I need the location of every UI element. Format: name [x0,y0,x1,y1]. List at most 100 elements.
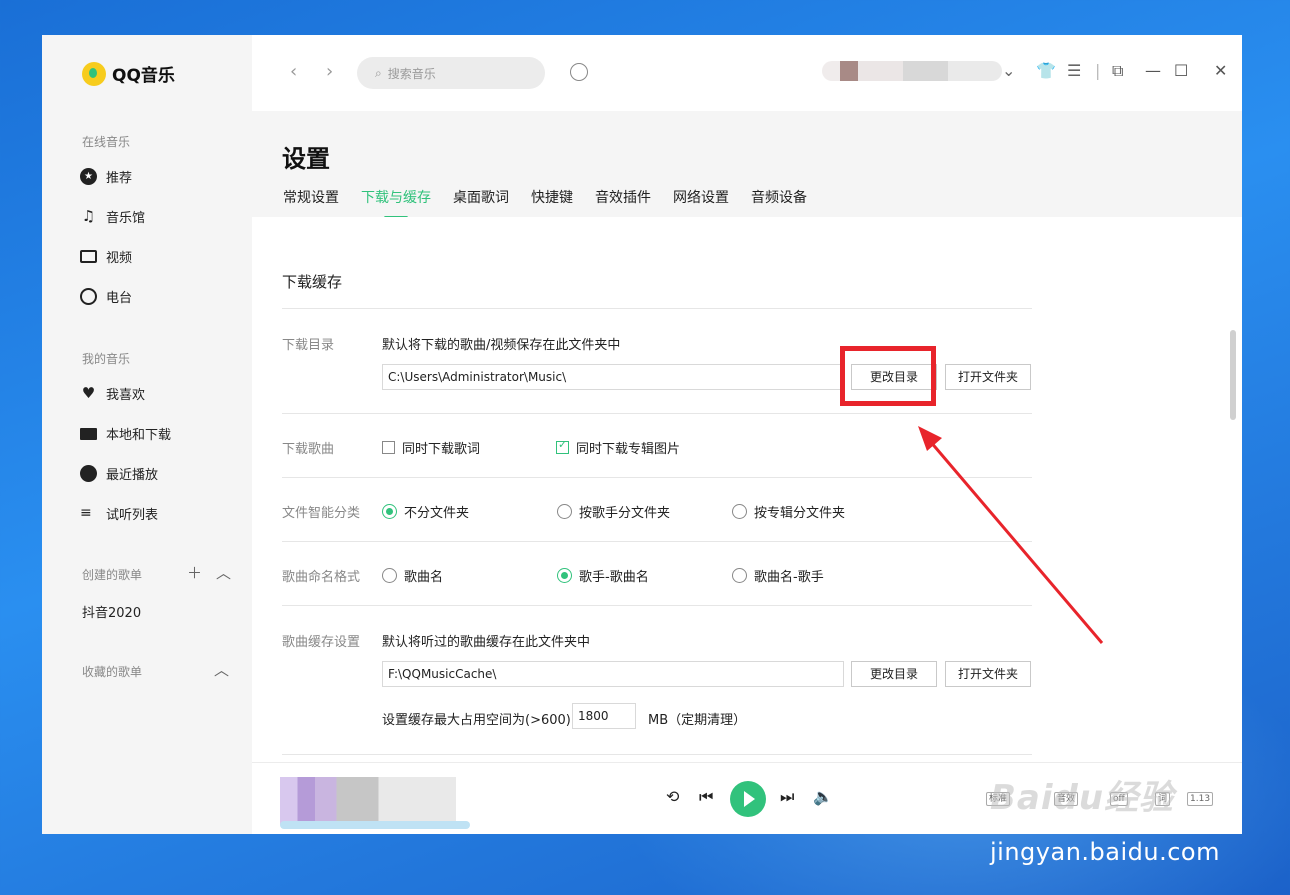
sidebar-item-radio[interactable]: 电台 [80,287,132,306]
naming-song-artist-radio[interactable]: 歌曲名-歌手 [732,566,824,585]
baidu-watermark: Baidu经验 [990,770,1174,819]
search-box[interactable]: ⌕ 搜索音乐 [357,57,545,89]
tab-download-cache[interactable]: 下载与缓存 [361,187,431,207]
radio-selected[interactable] [382,504,397,519]
section-label-created: 创建的歌单 [82,568,143,582]
download-open-folder-button[interactable]: 打开文件夹 [945,364,1031,390]
section-label-online: 在线音乐 [82,135,131,149]
next-icon[interactable]: ⏭ [780,787,794,807]
sidebar-item-label: 我喜欢 [106,388,146,403]
radio[interactable] [732,568,747,583]
tab-network[interactable]: 网络设置 [673,187,729,207]
checkbox-box-checked[interactable] [556,438,569,454]
divider: | [1095,61,1101,80]
classify-by-artist-radio[interactable]: 按歌手分文件夹 [557,502,670,521]
chevron-up-icon[interactable]: ︿ [216,562,231,583]
cache-limit-input[interactable]: 1800 [572,703,636,729]
cache-limit-unit: MB（定期清理） [648,713,747,728]
radio-selected[interactable] [557,568,572,583]
tab-general[interactable]: 常规设置 [283,187,339,207]
divider [282,754,1032,755]
radio-icon [80,288,97,305]
radio-label: 按专辑分文件夹 [754,506,846,521]
checkbox-box[interactable] [382,441,395,454]
search-input[interactable]: 搜索音乐 [388,65,436,82]
radio-label: 歌曲名 [404,570,444,585]
forward-arrow-icon[interactable]: › [326,61,333,82]
tab-sound-plugins[interactable]: 音效插件 [595,187,651,207]
sidebar-item-label: 视频 [106,251,133,266]
tab-audio-device[interactable]: 音频设备 [751,187,807,207]
cache-change-dir-button[interactable]: 更改目录 [851,661,937,687]
watermark-url: jingyan.baidu.com [990,838,1220,866]
radio[interactable] [557,504,572,519]
sidebar-item-recent[interactable]: 最近播放 [80,464,158,483]
download-lyrics-checkbox[interactable]: 同时下载歌词 [382,438,480,457]
sidebar-item-label: 音乐馆 [106,211,146,226]
video-icon [80,250,97,263]
music-note-icon: ♫ [81,207,96,225]
volume-icon[interactable]: 🔈 [813,787,833,806]
sidebar-item-label: 本地和下载 [106,428,172,443]
highlight-box [840,346,936,406]
download-dir-path-field[interactable]: C:\Users\Administrator\Music\ [382,364,844,390]
skin-shirt-icon[interactable]: 👕 [1036,61,1056,80]
top-bar: ‹ › ⌕ 搜索音乐 ⌄ 👕 ☰ | ⧉ — ☐ ✕ [252,35,1242,111]
checkbox-label: 同时下载专辑图片 [576,442,681,457]
star-circle-icon: ★ [80,168,97,185]
back-arrow-icon[interactable]: ‹ [290,61,297,82]
search-icon: ⌕ [375,65,382,80]
now-playing-blur-line [280,821,470,829]
add-playlist-icon[interactable]: ＋ [187,562,202,583]
created-playlist-tools: ＋ ︿ [187,562,231,583]
checkbox-label: 同时下载歌词 [402,442,481,457]
cache-settings-label: 歌曲缓存设置 [282,635,361,650]
sidebar-item-label: 试听列表 [106,508,159,523]
radio-label: 不分文件夹 [404,506,470,521]
naming-artist-song-radio[interactable]: 歌手-歌曲名 [557,566,649,585]
now-playing-blurred[interactable] [280,777,456,825]
close-icon[interactable]: ✕ [1214,61,1227,80]
radio[interactable] [732,504,747,519]
menu-icon[interactable]: ☰ [1067,61,1081,80]
mini-mode-icon[interactable]: ⧉ [1112,61,1123,81]
sidebar-item-local-download[interactable]: 本地和下载 [80,424,171,443]
scrollbar-thumb[interactable] [1230,330,1236,420]
sidebar: QQ音乐 在线音乐 ★ 推荐 ♫ 音乐馆 视频 电台 我的音乐 ♥ 我喜欢 本地… [42,35,252,834]
qq-music-logo-icon [82,61,106,86]
sidebar-item-created-playlist[interactable]: 抖音2020 [82,602,141,621]
app-name: QQ音乐 [112,66,175,86]
tab-desktop-lyrics[interactable]: 桌面歌词 [453,187,509,207]
user-account-blurred[interactable] [822,61,1002,81]
previous-icon[interactable]: ⏮ [699,787,713,807]
radio[interactable] [382,568,397,583]
cache-open-folder-button[interactable]: 打开文件夹 [945,661,1031,687]
classify-no-folder-radio[interactable]: 不分文件夹 [382,502,469,521]
play-button[interactable] [730,781,766,817]
cache-path-field[interactable]: F:\QQMusicCache\ [382,661,844,687]
radio-label: 歌曲名-歌手 [754,570,824,585]
maximize-icon[interactable]: ☐ [1174,61,1188,80]
sidebar-item-playlist[interactable]: ≡ 试听列表 [80,504,158,523]
voice-search-icon[interactable] [570,63,588,81]
sidebar-item-music-hall[interactable]: ♫ 音乐馆 [80,207,146,227]
chevron-down-icon[interactable]: ⌄ [1002,61,1015,80]
naming-song-radio[interactable]: 歌曲名 [382,566,443,585]
download-album-art-checkbox[interactable]: 同时下载专辑图片 [556,438,680,457]
section-title: 下载缓存 [282,273,343,291]
sidebar-item-recommend[interactable]: ★ 推荐 [80,167,132,186]
app-logo[interactable]: QQ音乐 [82,61,175,86]
radio-label: 按歌手分文件夹 [579,506,671,521]
settings-tabs: 常规设置 下载与缓存 桌面歌词 快捷键 音效插件 网络设置 音频设备 [283,187,807,207]
sidebar-item-video[interactable]: 视频 [80,247,132,266]
chevron-up-icon[interactable]: ︿ [214,659,229,680]
cache-limit-text: 设置缓存最大占用空间为(>600) [382,713,571,728]
classify-by-album-radio[interactable]: 按专辑分文件夹 [732,502,845,521]
tab-shortcuts[interactable]: 快捷键 [531,187,573,207]
playlist-count-button[interactable]: 1.13 [1187,792,1214,806]
heart-icon: ♥ [81,384,96,402]
playlist-icon: ≡ [80,505,92,521]
sidebar-item-favorites[interactable]: ♥ 我喜欢 [80,384,146,404]
loop-icon[interactable]: ⟲ [666,787,679,806]
minimize-icon[interactable]: — [1145,61,1161,80]
